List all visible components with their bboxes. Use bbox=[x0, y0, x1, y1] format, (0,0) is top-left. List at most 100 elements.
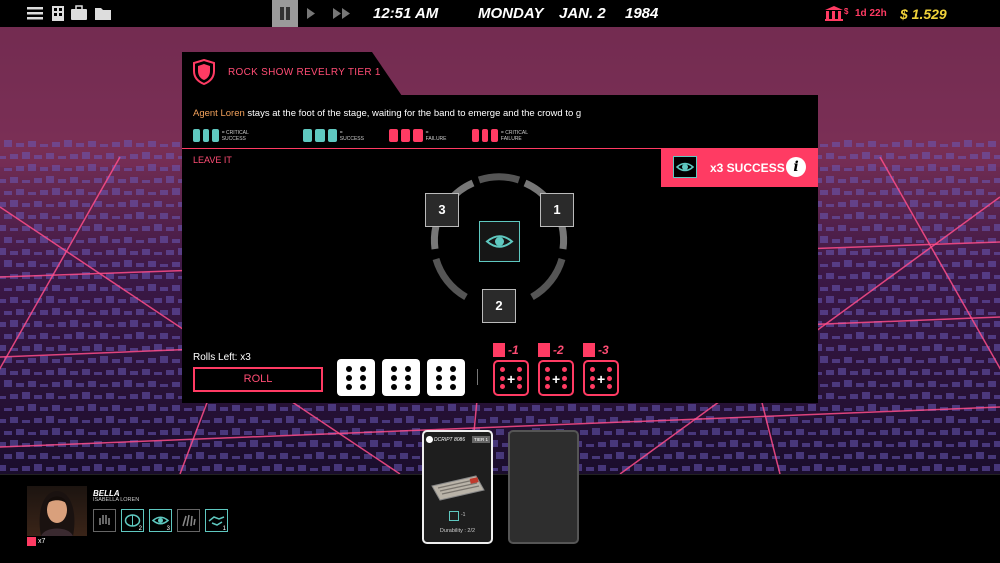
die-pip bbox=[607, 375, 612, 381]
lightning-icon bbox=[493, 343, 505, 357]
legend-success: = SUCCESS bbox=[303, 129, 366, 142]
game-date: JAN. 2 bbox=[559, 5, 606, 22]
eye-icon bbox=[449, 511, 459, 521]
empty-card-slot[interactable] bbox=[508, 430, 579, 544]
die-pip bbox=[545, 367, 550, 372]
mission-description: Agent Loren stays at the foot of the sta… bbox=[193, 108, 581, 119]
die-pip bbox=[405, 375, 411, 381]
avatar[interactable] bbox=[27, 486, 87, 536]
hand-icon[interactable] bbox=[93, 509, 116, 532]
modifier-die[interactable]: + bbox=[493, 360, 529, 396]
lightning-icon bbox=[27, 537, 36, 546]
die-pip bbox=[450, 384, 456, 390]
info-icon[interactable]: i bbox=[786, 157, 806, 177]
bank-timer: 1d 22h bbox=[855, 8, 887, 19]
eye-icon bbox=[479, 221, 520, 262]
die-pip bbox=[450, 366, 456, 372]
eye-icon[interactable]: 3 bbox=[149, 509, 172, 532]
die-pip bbox=[545, 384, 550, 389]
die-pip bbox=[346, 375, 352, 381]
agent-full-name: ISABELLA LOREN bbox=[93, 497, 140, 503]
modifier-value: -2 bbox=[553, 343, 564, 357]
legend-critical-failure: = CRITICAL FAILURE bbox=[472, 129, 534, 142]
mission-title: ROCK SHOW REVELRY TIER 1 bbox=[228, 67, 381, 78]
info-icon[interactable] bbox=[426, 436, 433, 443]
die-pip bbox=[436, 375, 442, 381]
die-pip bbox=[607, 384, 612, 389]
leave-it-button[interactable]: LEAVE IT bbox=[193, 155, 232, 165]
shield-icon bbox=[193, 59, 215, 85]
game-year: 1984 bbox=[625, 5, 659, 22]
card-modifier: -1 bbox=[461, 512, 466, 518]
rolls-left: Rolls Left: x3 bbox=[193, 352, 251, 363]
separator bbox=[477, 369, 478, 385]
card-tier: TIER 1 bbox=[472, 436, 491, 443]
building-icon[interactable] bbox=[49, 5, 67, 21]
agent-name-highlight: Agent Loren bbox=[193, 108, 245, 119]
fast-forward-icon[interactable] bbox=[333, 8, 351, 19]
skill-level: 1 bbox=[222, 526, 226, 532]
modifier-value: -1 bbox=[508, 343, 519, 357]
die-six[interactable] bbox=[427, 359, 465, 396]
legend-label: = CRITICAL FAILURE bbox=[500, 129, 528, 142]
card-name: DCRIPT 8086 bbox=[434, 437, 466, 443]
die-pip bbox=[360, 384, 366, 390]
legend-label: = CRITICAL SUCCESS bbox=[221, 129, 249, 142]
die-pip bbox=[607, 367, 612, 372]
dice-slot-2[interactable]: 2 bbox=[482, 289, 516, 323]
die-pip bbox=[500, 375, 505, 381]
die-pip bbox=[590, 384, 595, 389]
die-pip bbox=[360, 366, 366, 372]
game-weekday: MONDAY bbox=[478, 5, 544, 22]
legend-critical-success: = CRITICAL SUCCESS bbox=[193, 129, 256, 142]
top-bar: 12:51 AM MONDAY JAN. 2 1984 $ 1d 22h $ 1… bbox=[0, 0, 1000, 27]
legend-label: = FAILURE bbox=[425, 129, 447, 142]
rolls-left-value: x3 bbox=[240, 352, 251, 363]
equipment-card[interactable]: DCRIPT 8086 TIER 1 -1 Durability : 2/2 bbox=[422, 430, 493, 544]
rolls-left-label: Rolls Left: bbox=[193, 352, 238, 363]
die-pip bbox=[517, 367, 522, 372]
svg-text:$: $ bbox=[844, 7, 849, 16]
die-pip bbox=[562, 367, 567, 372]
modifier-value: -3 bbox=[598, 343, 609, 357]
menu-icon[interactable] bbox=[26, 5, 44, 21]
dice-slot-1[interactable]: 1 bbox=[540, 193, 574, 227]
legend-failure: = FAILURE bbox=[389, 129, 449, 142]
glove-icon[interactable] bbox=[177, 509, 200, 532]
die-pip bbox=[500, 384, 505, 389]
die-pip bbox=[346, 384, 352, 390]
skill-level: 2 bbox=[138, 526, 142, 532]
legend-label: = SUCCESS bbox=[339, 129, 364, 142]
modifier-die[interactable]: + bbox=[583, 360, 619, 396]
lightning-icon bbox=[538, 343, 550, 357]
die-pip bbox=[450, 375, 456, 381]
die-pip bbox=[391, 366, 397, 372]
die-pip bbox=[405, 366, 411, 372]
die-six[interactable] bbox=[337, 359, 375, 396]
modifier-die[interactable]: + bbox=[538, 360, 574, 396]
money-balance: $ 1.529 bbox=[900, 6, 947, 22]
energy-value: x7 bbox=[38, 538, 46, 545]
die-pip bbox=[562, 375, 567, 381]
die-pip bbox=[436, 366, 442, 372]
die-pip bbox=[545, 375, 550, 381]
die-pip bbox=[405, 384, 411, 390]
die-pip bbox=[517, 375, 522, 381]
roll-button[interactable]: ROLL bbox=[193, 367, 323, 392]
die-pip bbox=[360, 375, 366, 381]
handshake-icon[interactable]: 1 bbox=[205, 509, 228, 532]
pause-button[interactable] bbox=[272, 0, 298, 27]
brain-icon[interactable]: 2 bbox=[121, 509, 144, 532]
play-icon[interactable] bbox=[306, 8, 316, 19]
card-durability: Durability : 2/2 bbox=[439, 528, 476, 534]
bank-icon[interactable]: $ bbox=[824, 5, 852, 22]
die-pip bbox=[590, 375, 595, 381]
success-requirement: x3 SUCCESS i bbox=[661, 148, 818, 187]
folder-icon[interactable] bbox=[94, 5, 112, 21]
die-six[interactable] bbox=[382, 359, 420, 396]
briefcase-icon[interactable] bbox=[70, 5, 88, 21]
mission-description-text: stays at the foot of the stage, waiting … bbox=[244, 108, 582, 119]
dice-slot-3[interactable]: 3 bbox=[425, 193, 459, 227]
lightning-icon bbox=[583, 343, 595, 357]
keyboard-icon bbox=[431, 475, 485, 501]
